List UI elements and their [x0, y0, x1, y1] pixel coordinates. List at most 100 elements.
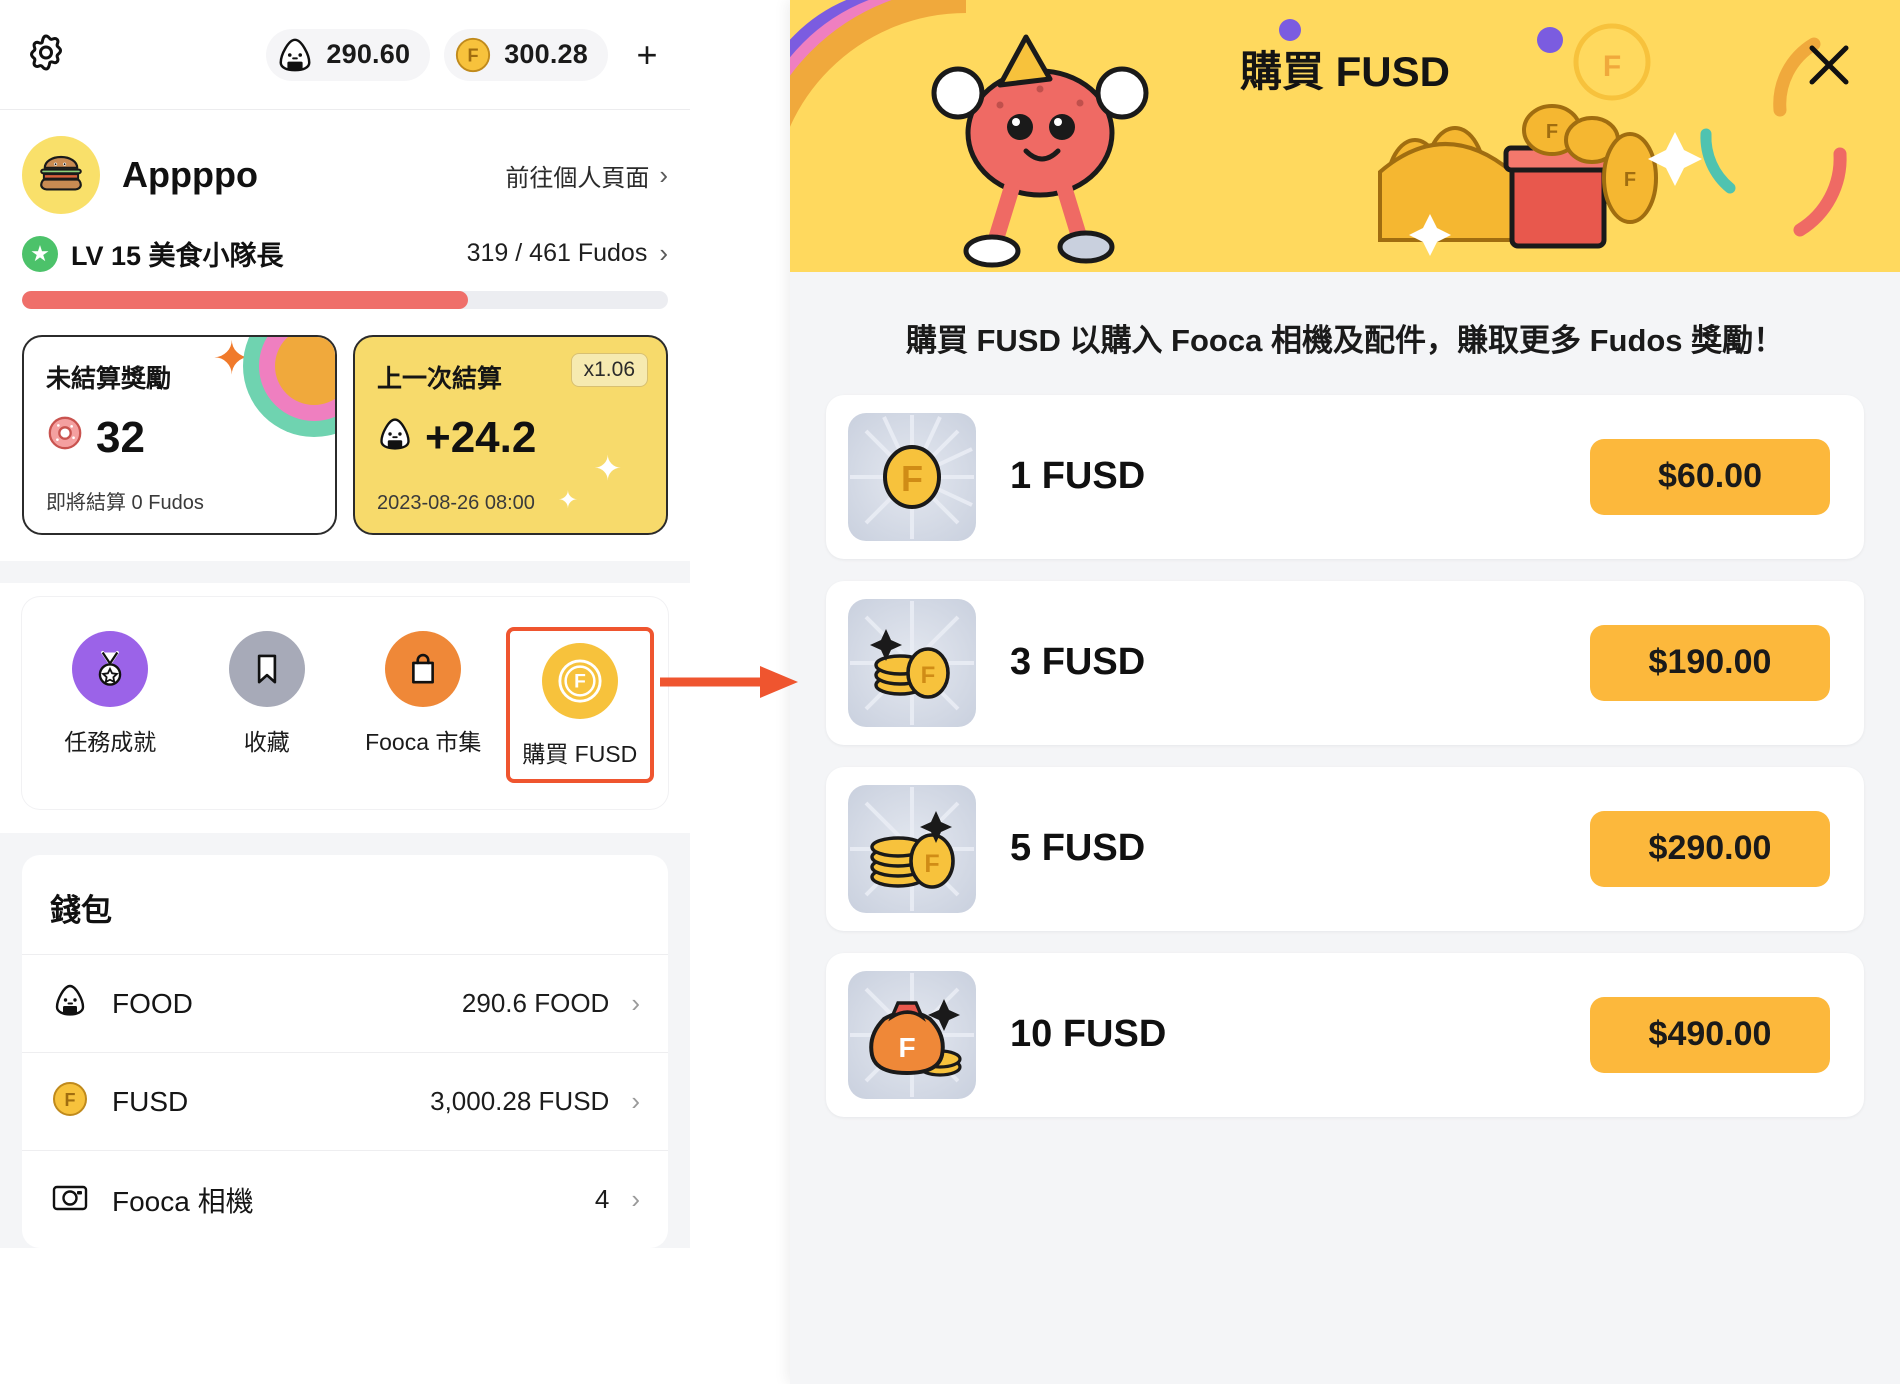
menu-label: 任務成就: [64, 729, 157, 755]
unsettled-reward-card[interactable]: ✦ 未結算獎勵 32 即將結算 0 Fudos: [22, 335, 337, 535]
modal-title: 購買 FUSD: [1239, 48, 1450, 95]
buy-fusd-modal: F F F 購買 FUSD 購買 FUSD 以購入 Fooca 相機及配件，賺取…: [790, 0, 1900, 1384]
level-row: ★ LV 15 美食小隊長 319 / 461 Fudos ›: [0, 220, 690, 273]
wallet-card: 錢包 FOOD 290.6 FOOD › F FUSD 3,000.28 FUS…: [22, 855, 668, 1248]
fusd-coin-icon: F: [50, 1079, 90, 1124]
fusd-balance-value: 300.28: [504, 39, 588, 69]
food-balance-value: 290.60: [326, 39, 411, 69]
wallet-section: 錢包 FOOD 290.6 FOOD › F FUSD 3,000.28 FUS…: [0, 833, 690, 1248]
pack-row[interactable]: F 10 FUSD $490.00: [826, 952, 1864, 1117]
wallet-row-value: 290.6 FOOD: [461, 988, 610, 1018]
onigiri-icon: [377, 413, 413, 463]
onigiri-icon: [276, 36, 314, 74]
chevron-right-icon: ›: [659, 159, 668, 190]
coin-bag-icon: F: [848, 970, 976, 1099]
camera-icon: [50, 1177, 90, 1222]
gear-icon[interactable]: [22, 31, 70, 79]
balance-chips: 290.60 F 300.28 +: [266, 28, 668, 81]
shopping-bag-icon: [385, 631, 462, 707]
pack-name: 5 FUSD: [1010, 827, 1146, 869]
sparkle-icon: ✦: [593, 450, 623, 488]
top-bar: 290.60 F 300.28 +: [0, 0, 690, 110]
wallet-row-fusd[interactable]: F FUSD 3,000.28 FUSD ›: [22, 1052, 668, 1150]
menu-item-buy-fusd[interactable]: F 購買 FUSD: [505, 627, 654, 783]
reward-cards: ✦ 未結算獎勵 32 即將結算 0 Fudos x1.06 ✦ ✦ 上一次結算 …: [0, 309, 690, 535]
annotation-arrow: [660, 666, 798, 698]
bookmark-icon: [228, 631, 305, 707]
svg-text:F: F: [898, 1032, 915, 1063]
pack-name: 1 FUSD: [1010, 455, 1146, 497]
chevron-right-icon: ›: [631, 1184, 640, 1214]
svg-text:F: F: [65, 1090, 76, 1110]
svg-text:F: F: [468, 45, 479, 65]
wallet-row-camera[interactable]: Fooca 相機 4 ›: [22, 1150, 668, 1248]
coin-pile-icon: F: [848, 784, 976, 913]
food-balance-chip[interactable]: 290.60: [266, 28, 431, 81]
screenshot-stage: 290.60 F 300.28 + Appppo 前往個人頁面 › ★ LV 1…: [0, 0, 1900, 1384]
menu-item-market[interactable]: Fooca 市集: [353, 631, 493, 757]
close-icon[interactable]: [1806, 42, 1852, 88]
level-progress-bar: [22, 291, 668, 309]
pack-price-button[interactable]: $190.00: [1590, 624, 1830, 701]
single-coin-icon: F: [848, 412, 976, 541]
pack-price-button[interactable]: $60.00: [1590, 438, 1830, 515]
menu-label: 收藏: [243, 729, 290, 755]
avatar[interactable]: [22, 136, 100, 214]
star-icon: ★: [22, 235, 58, 272]
section-divider: [0, 561, 690, 583]
username: Appppo: [122, 154, 258, 195]
coin-stack-icon: F: [848, 598, 976, 727]
sparkle-icon: ✦: [557, 487, 578, 514]
level-progress-fill: [22, 291, 468, 309]
card-value-row: 32: [46, 413, 313, 463]
svg-text:F: F: [901, 458, 923, 499]
modal-hero: F F F 購買 FUSD: [790, 0, 1900, 272]
add-funds-button[interactable]: +: [626, 34, 668, 76]
quick-menu: 任務成就 收藏 Fooca 市集 F 購買 FUSD: [22, 597, 668, 809]
wallet-row-name: FOOD: [112, 987, 193, 1019]
wallet-row-name: Fooca 相機: [112, 1185, 254, 1217]
wallet-row-food[interactable]: FOOD 290.6 FOOD ›: [22, 954, 668, 1052]
card-subtext: 即將結算 0 Fudos: [46, 492, 204, 514]
menu-item-achievements[interactable]: 任務成就: [40, 631, 180, 757]
modal-description: 購買 FUSD 以購入 Fooca 相機及配件，賺取更多 Fudos 獎勵！: [905, 323, 1785, 358]
wallet-row-name: FUSD: [112, 1085, 189, 1117]
svg-text:F: F: [921, 662, 936, 689]
pack-price-button[interactable]: $290.00: [1590, 810, 1830, 887]
menu-item-favorites[interactable]: 收藏: [197, 631, 337, 757]
chevron-right-icon: ›: [631, 1086, 640, 1116]
svg-text:F: F: [574, 672, 586, 693]
pack-price-button[interactable]: $490.00: [1590, 996, 1830, 1073]
fusd-pack-list: F 1 FUSD $60.00 F 3 FUSD $190.00 F 5 FUS…: [790, 394, 1900, 1117]
level-progress-link[interactable]: 319 / 461 Fudos ›: [467, 238, 668, 269]
fusd-coin-icon: F: [454, 36, 492, 74]
menu-label: 購買 FUSD: [522, 741, 638, 767]
menu-label: Fooca 市集: [365, 729, 482, 755]
fusd-balance-chip[interactable]: F 300.28: [444, 28, 608, 81]
chevron-right-icon: ›: [659, 238, 668, 268]
multiplier-badge: x1.06: [570, 353, 648, 387]
onigiri-icon: [50, 981, 90, 1026]
donut-decoration: [259, 337, 335, 421]
svg-text:F: F: [924, 850, 939, 878]
goto-profile-label: 前往個人頁面: [505, 164, 650, 192]
wallet-row-value: 3,000.28 FUSD: [430, 1086, 610, 1116]
chevron-right-icon: ›: [631, 988, 640, 1018]
fusd-coin-icon: F: [541, 643, 618, 719]
card-subtext: 2023-08-26 08:00: [377, 492, 535, 514]
svg-text:F: F: [1624, 169, 1636, 191]
donut-icon: [46, 413, 84, 463]
pack-row[interactable]: F 1 FUSD $60.00: [826, 394, 1864, 559]
wallet-row-value: 4: [594, 1184, 610, 1214]
level-label: LV 15 美食小隊長: [71, 241, 284, 271]
medal-icon: [72, 631, 149, 707]
pack-row[interactable]: F 3 FUSD $190.00: [826, 580, 1864, 745]
pack-name: 3 FUSD: [1010, 641, 1146, 683]
pack-name: 10 FUSD: [1010, 1013, 1167, 1055]
goto-profile-link[interactable]: 前往個人頁面 ›: [505, 158, 668, 193]
last-settlement-card[interactable]: x1.06 ✦ ✦ 上一次結算 +24.2 2023-08-26 08:00: [353, 335, 668, 535]
pack-row[interactable]: F 5 FUSD $290.00: [826, 766, 1864, 931]
svg-text:F: F: [1546, 121, 1558, 143]
card-value: +24.2: [425, 413, 537, 462]
profile-row: Appppo 前往個人頁面 ›: [0, 110, 690, 220]
